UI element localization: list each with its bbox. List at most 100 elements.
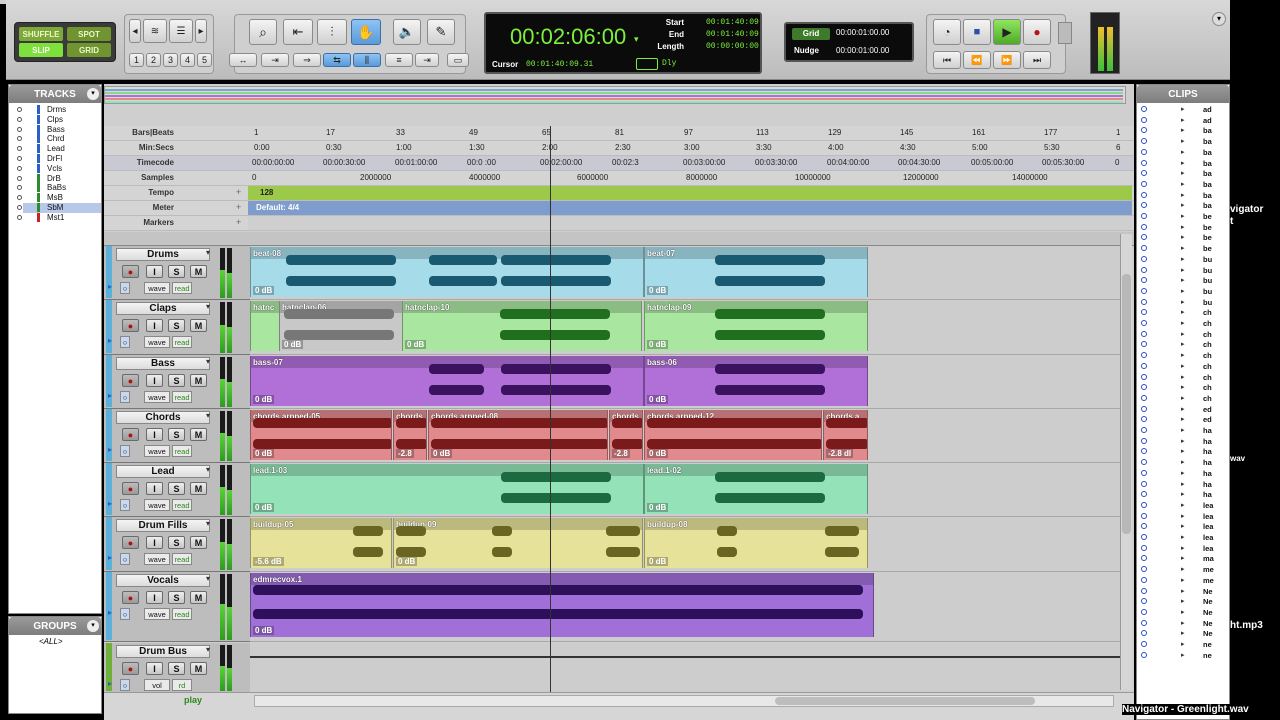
clip-visible-icon[interactable]	[1141, 223, 1147, 230]
expand-track-icon[interactable]: ▸	[108, 679, 112, 688]
main-counter-value[interactable]: 00:02:06:00	[510, 24, 626, 50]
clip-list-item[interactable]: ▸ ch	[1137, 383, 1229, 393]
clip-expand-icon[interactable]: ▸	[1181, 201, 1185, 209]
clip-visible-icon[interactable]	[1141, 255, 1147, 262]
clip-expand-icon[interactable]: ▸	[1181, 437, 1185, 445]
length-value[interactable]: 00:00:00:00	[706, 42, 759, 51]
clip-visible-icon[interactable]	[1141, 598, 1147, 605]
clip-visible-icon[interactable]	[1141, 116, 1147, 123]
track-name[interactable]: Drums	[116, 248, 210, 261]
clip-expand-icon[interactable]: ▸	[1181, 544, 1185, 552]
track-visible-icon[interactable]	[17, 175, 22, 181]
clip-visible-icon[interactable]	[1141, 202, 1147, 209]
clip-list-item[interactable]: ▸ be	[1137, 233, 1229, 243]
input-monitor-button[interactable]: I	[146, 536, 163, 549]
expand-track-icon[interactable]: ▸	[108, 608, 112, 617]
pencil-tool-icon[interactable]: ✎	[427, 19, 455, 45]
clip-gain[interactable]: 0 dB	[253, 449, 275, 458]
automation-mode-selector[interactable]: read	[172, 608, 192, 620]
mute-button[interactable]: M	[190, 374, 207, 387]
clip-visible-icon[interactable]	[1141, 373, 1147, 380]
zoom-preset-3[interactable]: 3	[163, 53, 178, 67]
clip-list-item[interactable]: ▸ bu	[1137, 255, 1229, 265]
clip-list-item[interactable]: ▸ ba	[1137, 169, 1229, 179]
track-name[interactable]: Claps	[116, 302, 210, 315]
clip-visible-icon[interactable]	[1141, 309, 1147, 316]
expand-track-icon[interactable]: ▸	[108, 445, 112, 454]
clip-visible-icon[interactable]	[1141, 448, 1147, 455]
link-track-icon[interactable]: ⇒	[293, 53, 321, 67]
clip-visible-icon[interactable]	[1141, 523, 1147, 530]
clip-expand-icon[interactable]: ▸	[1181, 469, 1185, 477]
track-visible-icon[interactable]	[17, 185, 22, 191]
track-visible-icon[interactable]	[17, 195, 22, 201]
add-tempo-icon[interactable]: +	[236, 187, 241, 197]
track-options-icon[interactable]: ▾	[206, 248, 210, 257]
clip-visible-icon[interactable]	[1141, 148, 1147, 155]
automation-mode-selector[interactable]: read	[172, 499, 192, 511]
clip-gain[interactable]: 0 dB	[396, 557, 418, 566]
clip-list-item[interactable]: ▸ be	[1137, 223, 1229, 233]
audio-clip[interactable]: hatnclap-10 0 dB	[402, 301, 642, 351]
track-view-selector[interactable]: vol	[144, 679, 170, 691]
clip-expand-icon[interactable]: ▸	[1181, 576, 1185, 584]
clip-list-item[interactable]: ▸ me	[1137, 565, 1229, 575]
tracks-list-item[interactable]: Bass	[17, 124, 101, 135]
scroll-icon[interactable]: ⇥	[415, 53, 439, 67]
meter-lane[interactable]: Default: 4/4	[248, 201, 1132, 215]
clip-visible-icon[interactable]	[1141, 501, 1147, 508]
clip-expand-icon[interactable]: ▸	[1181, 373, 1185, 381]
clip-expand-icon[interactable]: ▸	[1181, 244, 1185, 252]
clip-visible-icon[interactable]	[1141, 298, 1147, 305]
trim-tool-icon[interactable]: ⇤	[283, 19, 313, 45]
clip-expand-icon[interactable]: ▸	[1181, 308, 1185, 316]
clip-list-item[interactable]: ▸ ba	[1137, 191, 1229, 201]
clip-visible-icon[interactable]	[1141, 491, 1147, 498]
markers-lane[interactable]	[248, 216, 1132, 230]
clip-list-item[interactable]: ▸ bu	[1137, 298, 1229, 308]
solo-button[interactable]: S	[168, 662, 185, 675]
ruler-tempo[interactable]: Tempo +128	[104, 186, 1134, 201]
clip-list-item[interactable]: ▸ ad	[1137, 105, 1229, 115]
keyboard-focus-icon[interactable]: ≡	[385, 53, 413, 67]
clip-expand-icon[interactable]: ▸	[1181, 458, 1185, 466]
clip-list-item[interactable]: ▸ Ne	[1137, 608, 1229, 618]
clip-gain[interactable]: 0 dB	[253, 286, 275, 295]
clip-expand-icon[interactable]: ▸	[1181, 212, 1185, 220]
clip-visible-icon[interactable]	[1141, 469, 1147, 476]
clip-visible-icon[interactable]	[1141, 170, 1147, 177]
track-visible-icon[interactable]	[17, 107, 22, 112]
clip-list-item[interactable]: ▸ ha	[1137, 426, 1229, 436]
clip-visible-icon[interactable]	[1141, 641, 1147, 647]
input-monitor-button[interactable]: I	[146, 265, 163, 278]
clip-visible-icon[interactable]	[1141, 427, 1147, 433]
track-power-icon[interactable]: ○	[120, 608, 130, 620]
mute-button[interactable]: M	[190, 482, 207, 495]
clip-visible-icon[interactable]	[1141, 480, 1147, 487]
tracks-list-item[interactable]: BaBs	[17, 183, 101, 193]
mute-button[interactable]: M	[190, 536, 207, 549]
automation-mode-selector[interactable]: rd	[172, 679, 192, 691]
clip-expand-icon[interactable]: ▸	[1181, 148, 1185, 156]
clip-expand-icon[interactable]: ▸	[1181, 255, 1185, 263]
track-power-icon[interactable]: ○	[120, 391, 130, 403]
audio-clip[interactable]: lead.1-03 0 dB	[250, 464, 644, 514]
track-view-selector[interactable]: wave	[144, 336, 170, 348]
tempo-value[interactable]: 128	[260, 188, 273, 197]
clip-list-item[interactable]: ▸ me	[1137, 576, 1229, 586]
automation-mode-selector[interactable]: read	[172, 336, 192, 348]
audio-clip[interactable]: bass-07 0 dB	[250, 356, 644, 406]
expand-track-icon[interactable]: ▸	[108, 282, 112, 291]
ruler-markers[interactable]: Markers +	[104, 216, 1134, 231]
clip-visible-icon[interactable]	[1141, 266, 1147, 273]
clip-list-item[interactable]: ▸ ba	[1137, 180, 1229, 190]
clip-expand-icon[interactable]: ▸	[1181, 608, 1185, 616]
clip-list-item[interactable]: ▸ ba	[1137, 148, 1229, 158]
track-lane[interactable]	[250, 643, 1120, 693]
clip-list-item[interactable]: ▸ ne	[1137, 651, 1229, 661]
meter-value[interactable]: Default: 4/4	[256, 203, 299, 212]
expand-track-icon[interactable]: ▸	[108, 499, 112, 508]
clip-expand-icon[interactable]: ▸	[1181, 105, 1185, 113]
clip-list-item[interactable]: ▸ ba	[1137, 137, 1229, 147]
automation-mode-selector[interactable]: read	[172, 553, 192, 565]
